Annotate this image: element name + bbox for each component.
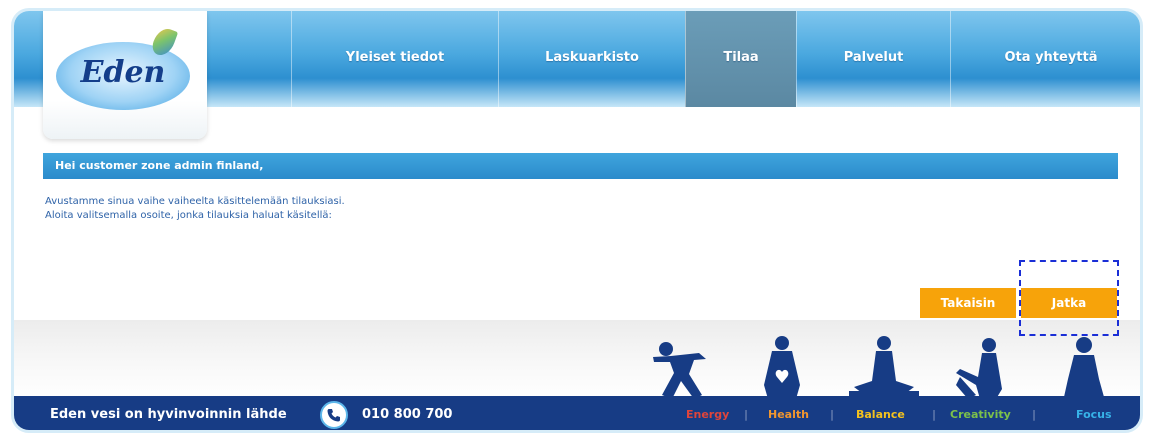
value-balance: Balance: [856, 408, 905, 421]
footer-bar: Eden vesi on hyvinvoinnin lähde 010 800 …: [14, 396, 1140, 430]
back-button[interactable]: Takaisin: [920, 288, 1016, 318]
highlight-box: [1019, 260, 1119, 336]
value-focus: Focus: [1076, 408, 1112, 421]
value-energy: Energy: [686, 408, 730, 421]
intro-line-2: Aloita valitsemalla osoite, jonka tilauk…: [45, 210, 332, 221]
intro-text: Avustamme sinua vaihe vaiheelta käsittel…: [45, 195, 345, 223]
logo-container[interactable]: Eden: [43, 11, 207, 139]
value-health: Health: [768, 408, 809, 421]
value-separator: |: [744, 408, 749, 421]
focus-figure-icon: [1064, 337, 1104, 397]
health-figure-icon: [764, 336, 800, 399]
nav-item-yleiset-tiedot[interactable]: Yleiset tiedot: [291, 11, 498, 107]
creativity-figure-icon: [956, 338, 1002, 399]
wellness-figures: [653, 336, 1104, 399]
eden-logo: Eden: [56, 25, 190, 110]
value-separator: |: [1032, 408, 1037, 421]
phone-icon: [320, 401, 348, 429]
energy-figure-icon: [653, 342, 706, 399]
nav-item-palvelut[interactable]: Palvelut: [796, 11, 950, 107]
nav-item-laskuarkisto[interactable]: Laskuarkisto: [498, 11, 685, 107]
logo-drop-icon: [149, 25, 179, 59]
page-frame: Yleiset tiedot Laskuarkisto Tilaa Palvel…: [11, 8, 1143, 433]
nav-item-ota-yhteytta[interactable]: Ota yhteyttä: [950, 11, 1140, 107]
greeting-bar: Hei customer zone admin finland,: [43, 153, 1118, 179]
intro-line-1: Avustamme sinua vaihe vaiheelta käsittel…: [45, 196, 345, 207]
footer-tagline: Eden vesi on hyvinvoinnin lähde: [50, 407, 287, 422]
main-nav: Yleiset tiedot Laskuarkisto Tilaa Palvel…: [291, 11, 1140, 107]
nav-item-tilaa[interactable]: Tilaa: [685, 11, 796, 107]
logo-text: Eden: [80, 55, 166, 90]
balance-figure-icon: [849, 336, 919, 397]
value-separator: |: [830, 408, 835, 421]
value-separator: |: [932, 408, 937, 421]
value-creativity: Creativity: [950, 408, 1011, 421]
phone-number[interactable]: 010 800 700: [362, 396, 452, 430]
